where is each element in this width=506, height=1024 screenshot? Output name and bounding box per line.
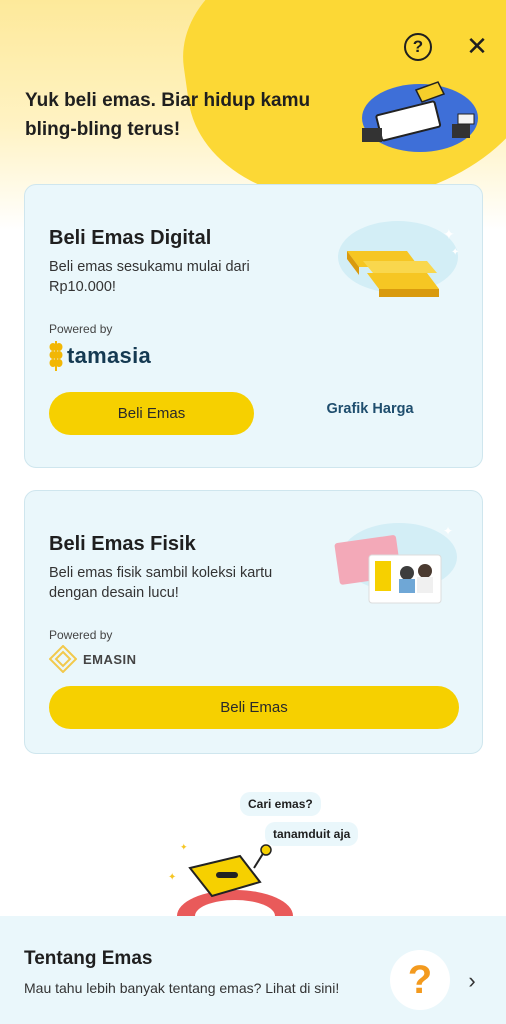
help-icon[interactable]: ? [404,33,432,61]
chat-bubble-question: Cari emas? [240,792,321,816]
card-description: Beli emas sesukamu mulai dari Rp10.000! [49,259,250,295]
page-title: Yuk beli emas. Biar hidup kamu bling-bli… [25,90,311,140]
tamasia-logo: tamasia [49,339,151,373]
about-gold-section[interactable]: Tentang Emas Mau tahu lebih banyak tenta… [0,916,506,1024]
partner-name: EMASIN [83,651,137,667]
physical-gold-card: Beli Emas Fisik Beli emas fisik sambil k… [24,490,483,754]
price-chart-link[interactable]: Grafik Harga [295,401,445,425]
about-title: Tentang Emas [24,948,153,969]
powered-by-label: Powered by [49,322,113,336]
svg-text:✦: ✦ [443,524,453,538]
chevron-right-icon[interactable]: › [462,968,482,993]
card-title: Beli Emas Fisik [49,533,196,555]
svg-text:✦: ✦ [180,842,188,852]
gold-mascot-illustration: ✦ ✦ [168,842,293,916]
about-description: Mau tahu lebih banyak tentang emas? Liha… [24,980,340,996]
hero-illustration [362,81,478,152]
svg-text:✦: ✦ [168,872,176,883]
emasin-logo: EMASIN [49,645,137,673]
powered-by-label: Powered by [49,628,113,642]
digital-gold-card: Beli Emas Digital Beli emas sesukamu mul… [24,184,483,468]
card-description: Beli emas fisik sambil koleksi kartu den… [49,565,273,601]
partner-name: tamasia [67,343,152,368]
gold-bars-illustration: ✦ ✦ [338,221,459,297]
close-icon[interactable]: ✕ [464,32,490,60]
svg-text:✦: ✦ [451,247,459,258]
gold-cards-illustration: ✦ [334,523,457,604]
card-title: Beli Emas Digital [49,227,212,249]
svg-text:✦: ✦ [443,226,455,242]
question-mark-icon: ? [390,950,450,1010]
buy-physical-gold-button[interactable]: Beli Emas [49,686,459,729]
wheat-icon [49,341,63,371]
buy-digital-gold-button[interactable]: Beli Emas [49,392,254,435]
diamond-icon [49,645,77,673]
